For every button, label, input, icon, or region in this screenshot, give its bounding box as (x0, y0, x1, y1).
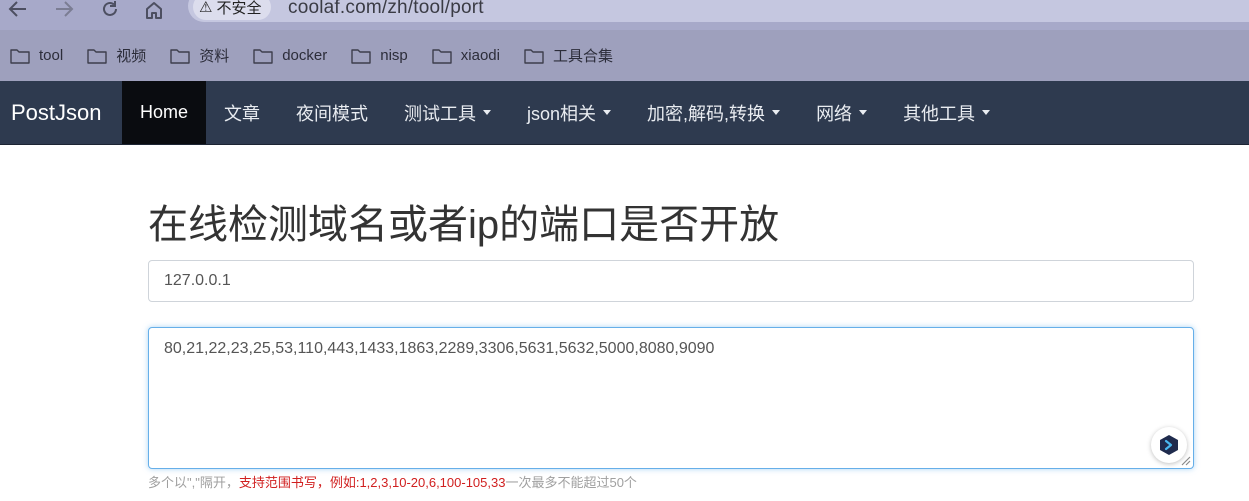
nav-label: 测试工具 (404, 103, 477, 124)
warning-icon: ⚠ (199, 0, 213, 16)
nav-json[interactable]: json相关 (509, 81, 629, 144)
bookmark-xiaodi[interactable]: xiaodi (432, 47, 500, 64)
bookmark-docker[interactable]: docker (253, 47, 327, 64)
nav-articles[interactable]: 文章 (206, 81, 278, 144)
bookmark-tool[interactable]: tool (10, 47, 63, 64)
bookmarks-bar: tool 视频 资料 docker nisp xiaodi 工具合集 (0, 30, 1249, 81)
help-separator-note: 多个以","隔开， (148, 475, 239, 490)
folder-icon (10, 48, 30, 64)
bookmark-label: 视频 (116, 48, 147, 65)
security-indicator[interactable]: ⚠ 不安全 (193, 0, 272, 20)
help-range-note: 支持范围书写，例如:1,2,3,10-20,6,100-105,33 (238, 475, 506, 490)
page-title: 在线检测域名或者ip的端口是否开放 (148, 203, 780, 247)
nav-label: 网络 (816, 103, 853, 124)
bookmark-label: tool (39, 47, 64, 64)
forward-arrow-icon[interactable] (52, 0, 76, 22)
host-input[interactable] (148, 260, 1194, 302)
nav-label: Home (140, 102, 189, 122)
site-navbar: PostJson Home 文章 夜间模式 测试工具 json相关 加密,解码,… (0, 81, 1249, 145)
nav-label: 文章 (224, 103, 261, 124)
folder-icon (170, 48, 190, 64)
bookmark-label: 资料 (199, 48, 230, 65)
reload-icon[interactable] (98, 0, 122, 22)
caret-down-icon (772, 110, 781, 115)
security-label: 不安全 (216, 0, 262, 17)
url-text[interactable]: coolaf.com/zh/tool/port (288, 0, 484, 19)
bookmark-nisp[interactable]: nisp (351, 47, 408, 64)
folder-icon (351, 48, 371, 64)
folder-icon (253, 48, 273, 64)
bookmark-materials[interactable]: 资料 (170, 45, 229, 66)
nav-home[interactable]: Home (122, 81, 207, 144)
folder-icon (87, 48, 107, 64)
help-limit-note: 一次最多不能超过50个 (505, 475, 637, 490)
nav-encode-decode[interactable]: 加密,解码,转换 (629, 81, 798, 144)
nav-label: json相关 (527, 103, 597, 124)
nav-label: 其他工具 (903, 103, 976, 124)
caret-down-icon (982, 110, 991, 115)
ports-textarea[interactable]: 80,21,22,23,25,53,110,443,1433,1863,2289… (148, 327, 1194, 469)
nav-network[interactable]: 网络 (798, 81, 885, 144)
caret-down-icon (603, 110, 612, 115)
bookmark-video[interactable]: 视频 (87, 45, 146, 66)
back-arrow-icon[interactable] (6, 0, 30, 22)
help-text: 多个以","隔开，支持范围书写，例如:1,2,3,10-20,6,100-105… (148, 472, 637, 491)
caret-down-icon (859, 110, 868, 115)
nav-label: 加密,解码,转换 (647, 103, 766, 124)
nav-night-mode[interactable]: 夜间模式 (278, 81, 386, 144)
nav-test-tools[interactable]: 测试工具 (386, 81, 509, 144)
browser-toolbar: ⚠ 不安全 coolaf.com/zh/tool/port (0, 0, 1249, 30)
nav-other-tools[interactable]: 其他工具 (885, 81, 1008, 144)
folder-icon (524, 48, 544, 64)
assistant-icon (1160, 435, 1178, 455)
bookmark-label: 工具合集 (552, 48, 613, 65)
caret-down-icon (483, 110, 492, 115)
bookmark-label: docker (282, 47, 328, 64)
brand-logo[interactable]: PostJson (0, 81, 122, 144)
bookmark-label: nisp (380, 47, 408, 64)
folder-icon (432, 48, 452, 64)
home-icon[interactable] (142, 0, 166, 22)
assistant-button[interactable] (1151, 427, 1187, 463)
nav-label: 夜间模式 (296, 103, 369, 124)
bookmark-label: xiaodi (460, 47, 500, 64)
bookmark-tool-collection[interactable]: 工具合集 (524, 45, 613, 66)
